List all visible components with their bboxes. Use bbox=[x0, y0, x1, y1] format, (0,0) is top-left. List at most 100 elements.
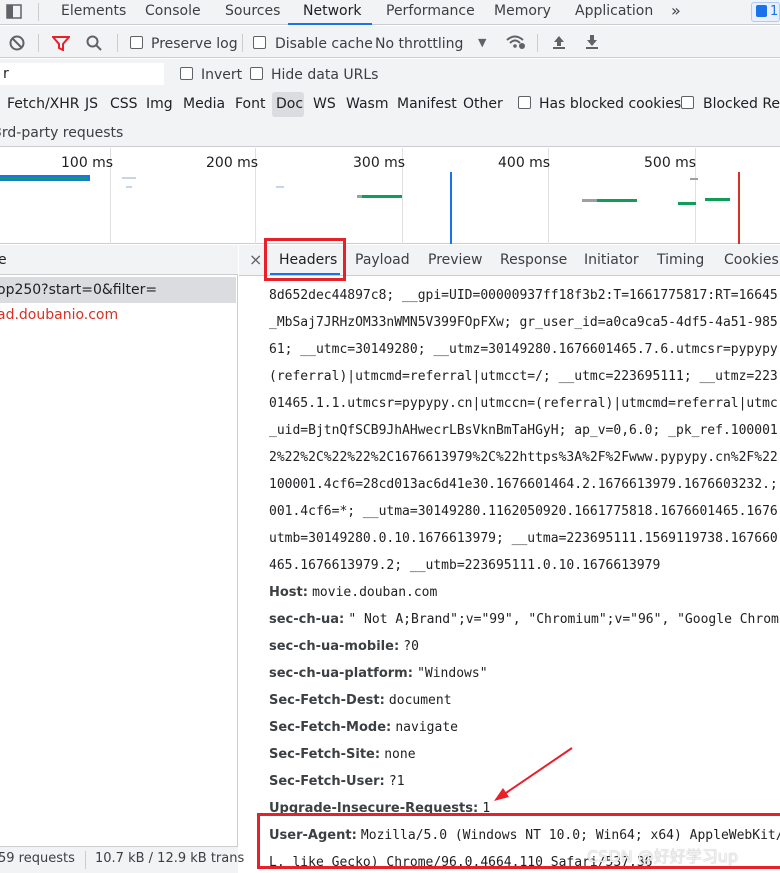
waterfall-bar bbox=[0, 177, 88, 180]
tab-cookies[interactable]: Cookies bbox=[724, 252, 779, 268]
chevron-down-icon[interactable]: ▼ bbox=[478, 36, 486, 49]
waterfall-bar bbox=[126, 186, 132, 188]
header-value: navigate bbox=[395, 720, 458, 735]
header-value: movie.douban.com bbox=[312, 585, 438, 600]
header-value: "Windows" bbox=[417, 666, 488, 681]
type-font[interactable]: Font bbox=[235, 96, 265, 112]
import-har-icon[interactable] bbox=[551, 34, 567, 54]
cookie-line: (referral)|utmcmd=referral|utmcct=/; __u… bbox=[269, 369, 778, 384]
tab-timing[interactable]: Timing bbox=[657, 252, 704, 268]
header-name: sec-ch-ua: bbox=[269, 612, 345, 627]
tab-response[interactable]: Response bbox=[500, 252, 567, 268]
disable-cache-checkbox[interactable] bbox=[253, 36, 266, 49]
dom-content-loaded-line bbox=[450, 172, 452, 244]
invert-checkbox[interactable] bbox=[180, 67, 193, 80]
type-fetch-xhr[interactable]: Fetch/XHR bbox=[7, 96, 80, 112]
tab-preview[interactable]: Preview bbox=[428, 252, 483, 268]
issues-badge[interactable]: 1 bbox=[751, 2, 780, 22]
tab-network[interactable]: Network bbox=[303, 3, 361, 19]
header-name: Host: bbox=[269, 585, 308, 600]
throttling-select[interactable]: No throttling bbox=[375, 36, 463, 52]
type-css[interactable]: CSS bbox=[110, 96, 138, 112]
header-row-sec-ch-ua-platform: sec-ch-ua-platform: "Windows" bbox=[269, 666, 488, 681]
dock-side-icon[interactable] bbox=[6, 4, 24, 20]
waterfall-bar bbox=[690, 178, 698, 180]
close-icon[interactable]: × bbox=[249, 250, 262, 269]
cookie-line: 01465.1.1.utmcsr=pypypy.cn|utmccn=(refer… bbox=[269, 396, 778, 411]
preserve-log-checkbox[interactable] bbox=[130, 36, 143, 49]
header-name: Sec-Fetch-Site: bbox=[269, 747, 381, 762]
cookie-line: 61; __utmc=30149280; __utmz=30149280.167… bbox=[269, 342, 778, 357]
type-doc[interactable]: Doc bbox=[276, 96, 303, 112]
header-row-host: Host: movie.douban.com bbox=[269, 585, 437, 600]
type-media[interactable]: Media bbox=[183, 96, 225, 112]
cookie-line: utmb=30149280.0.10.1676613979; __utma=22… bbox=[269, 531, 778, 546]
network-conditions-icon[interactable] bbox=[505, 33, 527, 55]
waterfall-bar bbox=[276, 186, 284, 188]
tab-performance[interactable]: Performance bbox=[386, 3, 475, 19]
load-event-line bbox=[738, 172, 740, 244]
invert-label: Invert bbox=[201, 67, 243, 83]
cookie-line: 465.1676613979.2; __utmb=223695111.0.10.… bbox=[269, 558, 661, 573]
cookie-line: _MbSaj7JRHzOM33nWMN5V399FOpFXw; gr_user_… bbox=[269, 315, 778, 330]
type-img[interactable]: Img bbox=[146, 96, 173, 112]
tab-elements[interactable]: Elements bbox=[61, 3, 126, 19]
blocked-requests-checkbox[interactable] bbox=[681, 96, 694, 109]
blocked-cookies-checkbox[interactable] bbox=[518, 96, 531, 109]
active-tab-indicator bbox=[288, 23, 372, 25]
filter-input[interactable]: r bbox=[0, 63, 164, 85]
header-value: ?0 bbox=[403, 639, 419, 654]
tab-initiator[interactable]: Initiator bbox=[584, 252, 639, 268]
type-ws[interactable]: WS bbox=[313, 96, 336, 112]
header-name: Sec-Fetch-User: bbox=[269, 774, 385, 789]
waterfall-overview bbox=[0, 172, 740, 244]
header-value: none bbox=[384, 747, 416, 762]
message-icon bbox=[756, 5, 767, 17]
request-list-header bbox=[0, 245, 238, 275]
type-wasm[interactable]: Wasm bbox=[346, 96, 388, 112]
header-row-sec-fetch-user: Sec-Fetch-User: ?1 bbox=[269, 774, 405, 789]
header-row-sec-ch-ua: sec-ch-ua: " Not A;Brand";v="99", "Chrom… bbox=[269, 612, 779, 627]
tab-sources[interactable]: Sources bbox=[225, 3, 280, 19]
watermark: CSDN @好好学习up bbox=[587, 847, 739, 866]
tab-console[interactable]: Console bbox=[145, 3, 201, 19]
header-row-sec-ch-ua-mobile: sec-ch-ua-mobile: ?0 bbox=[269, 639, 419, 654]
blocked-cookies-label: Has blocked cookies bbox=[539, 96, 682, 112]
hide-data-urls-label: Hide data URLs bbox=[271, 67, 379, 83]
type-js[interactable]: JS bbox=[85, 96, 98, 112]
name-column-header[interactable]: e bbox=[0, 252, 7, 268]
type-other[interactable]: Other bbox=[463, 96, 503, 112]
header-row-sec-fetch-site: Sec-Fetch-Site: none bbox=[269, 747, 416, 762]
header-row-sec-fetch-dest: Sec-Fetch-Dest: document bbox=[269, 693, 452, 708]
tab-application[interactable]: Application bbox=[575, 3, 653, 19]
cookie-line: 8d652dec44897c8; __gpi=UID=00000937ff18f… bbox=[269, 288, 778, 303]
header-value: ?1 bbox=[388, 774, 405, 789]
waterfall-bar bbox=[582, 199, 597, 202]
header-name: Sec-Fetch-Dest: bbox=[269, 693, 385, 708]
tab-payload[interactable]: Payload bbox=[355, 252, 410, 268]
filter-icon[interactable] bbox=[50, 35, 72, 55]
export-har-icon[interactable] bbox=[584, 34, 600, 54]
more-tabs-icon[interactable]: » bbox=[671, 1, 681, 20]
search-icon[interactable] bbox=[86, 35, 102, 55]
type-manifest[interactable]: Manifest bbox=[397, 96, 457, 112]
disable-cache-label: Disable cache bbox=[275, 36, 373, 52]
waterfall-bar bbox=[597, 199, 637, 202]
cookie-line: _uid=BjtnQfSCB9JhAHwecrLBsVknBmTaHGyH; a… bbox=[269, 423, 778, 438]
annotation-box-headers-tab bbox=[264, 238, 346, 281]
third-party-label[interactable]: 3rd-party requests bbox=[0, 125, 123, 141]
waterfall-bar bbox=[357, 195, 362, 198]
header-value: " Not A;Brand";v="99", "Chromium";v="96"… bbox=[348, 612, 779, 627]
blocked-requests-label: Blocked Req bbox=[703, 96, 780, 112]
clear-icon[interactable] bbox=[9, 35, 25, 55]
request-name[interactable]: op250?start=0&filter= bbox=[0, 282, 157, 298]
header-name: Sec-Fetch-Mode: bbox=[269, 720, 392, 735]
issues-count: 1 bbox=[770, 4, 779, 19]
tab-memory[interactable]: Memory bbox=[494, 3, 551, 19]
hide-data-urls-checkbox[interactable] bbox=[250, 67, 263, 80]
annotation-arrow bbox=[494, 747, 573, 801]
header-row-sec-fetch-mode: Sec-Fetch-Mode: navigate bbox=[269, 720, 458, 735]
header-value: document bbox=[388, 693, 452, 708]
cookie-line: 100001.4cf6=28cd013ac6d41e30.1676601464.… bbox=[269, 477, 778, 492]
request-name-failed[interactable]: ad.doubanio.com bbox=[0, 307, 118, 323]
